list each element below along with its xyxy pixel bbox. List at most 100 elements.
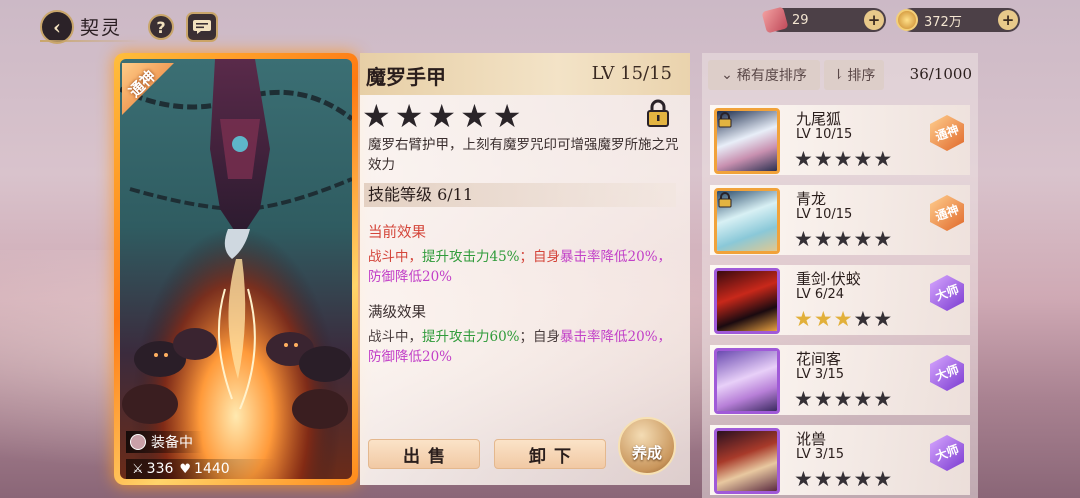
chat-button[interactable] bbox=[186, 12, 218, 42]
star-rating: ★ ★ ★ ★ ★ bbox=[794, 387, 892, 411]
star-icon: ★ bbox=[813, 307, 833, 331]
page-title: 契灵 bbox=[80, 17, 123, 39]
gold-coin-icon bbox=[896, 9, 918, 31]
chat-bubble-icon bbox=[193, 20, 211, 34]
sort-rarity-button[interactable]: ⌄ 稀有度排序 bbox=[708, 60, 820, 90]
list-item[interactable]: 重剑·伏蛟 LV 6/24 ★ ★ ★ ★ ★ 大师 bbox=[710, 265, 970, 335]
equip-status-label: 装备中 bbox=[151, 435, 193, 451]
star-icon: ★ bbox=[833, 147, 853, 171]
star-icon: ★ bbox=[813, 147, 833, 171]
star-icon: ★ bbox=[833, 227, 853, 251]
card-art-container: 通神 装备中 ⚔ 336 ♥ 1440 bbox=[120, 59, 352, 479]
sword-icon: ⚔ bbox=[132, 461, 144, 477]
star-icon: ★ bbox=[813, 467, 833, 491]
unequip-button[interactable]: 卸下 bbox=[494, 439, 606, 469]
sort-order-label: 排序 bbox=[847, 68, 876, 84]
star-icon: ★ bbox=[873, 227, 893, 251]
item-thumbnail bbox=[714, 108, 780, 174]
item-name: 魔罗手甲 bbox=[366, 65, 446, 89]
item-name: 讹兽 bbox=[796, 430, 827, 448]
max-effect-text: 战斗中，提升攻击力60%；自身暴击率降低20%，防御降低20% bbox=[368, 329, 672, 365]
sort-rarity-label: 稀有度排序 bbox=[736, 68, 807, 84]
item-name: 九尾狐 bbox=[796, 110, 842, 128]
star-rating: ★ ★ ★ ★ ★ bbox=[362, 99, 521, 133]
equip-status-tag: 装备中 bbox=[126, 431, 203, 453]
item-count: 36/1000 bbox=[909, 65, 972, 83]
list-item[interactable]: 讹兽 LV 3/15 ★ ★ ★ ★ ★ 大师 bbox=[710, 425, 970, 495]
star-icon: ★ bbox=[794, 387, 813, 411]
star-icon: ★ bbox=[813, 387, 833, 411]
star-icon: ★ bbox=[794, 147, 813, 171]
equipment-card[interactable]: 通神 装备中 ⚔ 336 ♥ 1440 bbox=[114, 53, 358, 485]
attack-value: 336 bbox=[146, 461, 174, 477]
title-underline bbox=[40, 40, 140, 42]
add-ticket-button[interactable]: + bbox=[864, 10, 884, 30]
sell-button[interactable]: 出售 bbox=[368, 439, 480, 469]
item-thumbnail bbox=[714, 348, 780, 414]
star-icon: ★ bbox=[394, 97, 424, 135]
item-name: 青龙 bbox=[796, 190, 827, 208]
heart-icon: ♥ bbox=[179, 461, 192, 477]
sort-direction-icon: ⇂ bbox=[832, 67, 845, 83]
star-icon: ★ bbox=[873, 147, 893, 171]
list-item[interactable]: 青龙 LV 10/15 ★ ★ ★ ★ ★ 通神 bbox=[710, 185, 970, 255]
item-name: 花间客 bbox=[796, 350, 842, 368]
ticket-count: 29 bbox=[792, 12, 809, 28]
chevron-down-icon: ⌄ bbox=[721, 67, 733, 83]
star-icon: ★ bbox=[833, 467, 853, 491]
star-icon: ★ bbox=[853, 387, 873, 411]
rank-badge: 通神 bbox=[122, 63, 174, 115]
current-effect-title: 当前效果 bbox=[368, 225, 426, 241]
star-icon: ★ bbox=[427, 97, 457, 135]
star-icon: ★ bbox=[853, 307, 873, 331]
star-rating: ★ ★ ★ ★ ★ bbox=[794, 227, 892, 251]
sort-order-button[interactable]: ⇂ 排序 bbox=[824, 60, 884, 90]
skill-level: 技能等级 6/11 bbox=[364, 183, 676, 207]
ticket-icon bbox=[761, 6, 789, 34]
card-stats: ⚔ 336 ♥ 1440 bbox=[126, 459, 276, 479]
item-level: LV 15/15 bbox=[591, 63, 672, 84]
item-level: LV 6/24 bbox=[796, 287, 845, 302]
question-icon: ? bbox=[156, 17, 166, 37]
star-icon: ★ bbox=[794, 307, 813, 331]
star-icon: ★ bbox=[873, 387, 893, 411]
cultivate-button[interactable]: 养成 bbox=[618, 417, 676, 475]
cultivate-label: 养成 bbox=[631, 444, 662, 462]
equipment-list-panel: ⌄ 稀有度排序 ⇂ 排序 36/1000 九尾狐 LV 10/15 ★ ★ ★ ★ ★ 通神青… bbox=[702, 53, 978, 498]
item-thumbnail bbox=[714, 188, 780, 254]
lock-icon bbox=[718, 192, 732, 208]
star-rating: ★ ★ ★ ★ ★ bbox=[794, 307, 892, 331]
item-thumbnail bbox=[714, 268, 780, 334]
item-name: 重剑·伏蛟 bbox=[796, 270, 861, 288]
add-gold-button[interactable]: + bbox=[998, 10, 1018, 30]
health-value: 1440 bbox=[194, 461, 230, 477]
star-icon: ★ bbox=[794, 227, 813, 251]
list-item[interactable]: 花间客 LV 3/15 ★ ★ ★ ★ ★ 大师 bbox=[710, 345, 970, 415]
lock-icon bbox=[718, 112, 732, 128]
star-icon: ★ bbox=[833, 387, 853, 411]
star-rating: ★ ★ ★ ★ ★ bbox=[794, 147, 892, 171]
rank-badge: 大师 bbox=[930, 275, 964, 311]
back-button[interactable]: ‹ bbox=[40, 10, 74, 44]
star-icon: ★ bbox=[853, 467, 873, 491]
help-button[interactable]: ? bbox=[148, 14, 174, 40]
max-effect-title: 满级效果 bbox=[368, 305, 426, 321]
detail-panel: 魔罗手甲 LV 15/15 ★ ★ ★ ★ ★ 魔罗右臂护甲，上刻有魔罗咒印可增… bbox=[360, 53, 690, 485]
star-rating: ★ ★ ★ ★ ★ bbox=[794, 467, 892, 491]
star-icon: ★ bbox=[362, 97, 391, 135]
item-description: 魔罗右臂护甲，上刻有魔罗咒印可增强魔罗所施之咒效力 bbox=[368, 137, 679, 173]
rank-badge: 通神 bbox=[930, 195, 964, 231]
star-icon: ★ bbox=[873, 307, 893, 331]
star-icon: ★ bbox=[460, 97, 489, 135]
gold-count: 372万 bbox=[924, 14, 962, 30]
star-icon: ★ bbox=[853, 227, 873, 251]
star-icon: ★ bbox=[492, 97, 522, 135]
list-item[interactable]: 九尾狐 LV 10/15 ★ ★ ★ ★ ★ 通神 bbox=[710, 105, 970, 175]
ticket-currency: 29 + bbox=[761, 6, 886, 34]
star-icon: ★ bbox=[833, 307, 853, 331]
current-effect-text: 战斗中，提升攻击力45%；自身暴击率降低20%，防御降低20% bbox=[368, 249, 672, 285]
detail-header: 魔罗手甲 LV 15/15 bbox=[360, 53, 690, 95]
rank-badge: 通神 bbox=[930, 115, 964, 151]
lock-icon[interactable] bbox=[646, 99, 670, 127]
star-icon: ★ bbox=[794, 467, 813, 491]
